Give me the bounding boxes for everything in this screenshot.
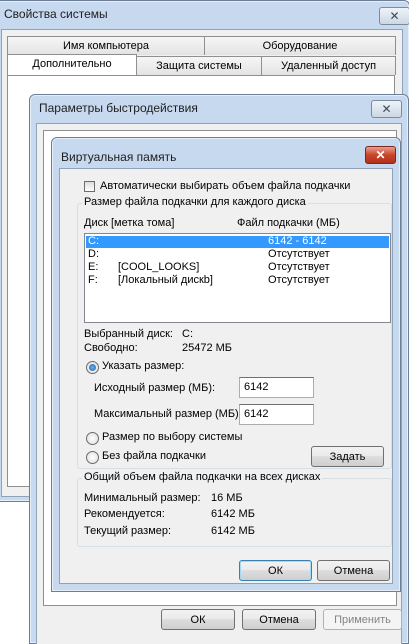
- virtual-memory-window: Виртуальная память ✕ Автоматически выбир…: [51, 137, 401, 592]
- drive-row-d[interactable]: D: Отсутствует: [86, 248, 389, 261]
- performance-options-close-button[interactable]: ✕: [371, 100, 402, 118]
- virtual-memory-client: Автоматически выбирать объем файла подка…: [59, 168, 393, 584]
- vm-cancel-button[interactable]: Отмена: [317, 560, 390, 581]
- free-space-label: Свободно:: [84, 342, 138, 354]
- system-properties-close-button[interactable]: ✕: [379, 7, 409, 25]
- recommended-value: 6142 МБ: [211, 508, 255, 520]
- drive-pagefile: Отсутствует: [268, 248, 330, 260]
- custom-size-radio[interactable]: [86, 361, 99, 374]
- drive-letter: E:: [88, 261, 99, 273]
- drive-letter: C:: [88, 235, 99, 247]
- recommended-label: Рекомендуется:: [84, 508, 165, 520]
- auto-pagefile-label: Автоматически выбирать объем файла подка…: [100, 180, 351, 192]
- tab-advanced[interactable]: Дополнительно: [7, 54, 137, 75]
- system-managed-label: Размер по выбору системы: [102, 431, 243, 443]
- drives-list[interactable]: C: 6142 - 6142 D: Отсутствует E: [COOL_L…: [84, 233, 391, 323]
- auto-pagefile-checkbox[interactable]: [84, 181, 95, 192]
- close-icon: ✕: [375, 148, 386, 162]
- selected-disk-label: Выбранный диск:: [84, 328, 173, 340]
- drive-row-f[interactable]: F: [Локальный дискb] Отсутствует: [86, 274, 389, 287]
- custom-size-label: Указать размер:: [102, 360, 185, 372]
- performance-options-title: Параметры быстродействия: [39, 101, 198, 115]
- drive-letter: F:: [88, 274, 98, 286]
- virtual-memory-close-button[interactable]: ✕: [365, 146, 396, 164]
- vm-ok-button[interactable]: ОК: [239, 560, 312, 581]
- initial-size-label: Исходный размер (МБ):: [94, 382, 216, 394]
- performance-ok-button[interactable]: ОК: [161, 609, 235, 630]
- close-icon: ✕: [381, 102, 392, 116]
- tab-system-protection[interactable]: Защита системы: [136, 56, 262, 75]
- tab-remote[interactable]: Удаленный доступ: [261, 56, 396, 75]
- current-size-label: Текущий размер:: [84, 525, 172, 537]
- selected-disk-value: C:: [182, 328, 193, 340]
- column-disk-header: Диск [метка тома]: [84, 217, 175, 229]
- min-size-value: 16 МБ: [211, 492, 243, 504]
- no-pagefile-radio[interactable]: [86, 451, 99, 464]
- performance-cancel-button[interactable]: Отмена: [242, 609, 316, 630]
- per-disk-group-title: Размер файла подкачки для каждого диска: [82, 196, 308, 208]
- performance-apply-button[interactable]: Применить: [323, 609, 402, 630]
- tab-computer-name[interactable]: Имя компьютера: [7, 36, 205, 55]
- drive-letter: D:: [88, 248, 99, 260]
- drive-pagefile: Отсутствует: [268, 261, 330, 273]
- virtual-memory-title: Виртуальная память: [61, 150, 177, 164]
- free-space-value: 25472 МБ: [182, 342, 233, 354]
- max-size-label: Максимальный размер (МБ):: [94, 408, 242, 420]
- initial-size-value: 6142: [244, 381, 269, 393]
- drive-label: [COOL_LOOKS]: [118, 261, 200, 273]
- min-size-label: Минимальный размер:: [84, 492, 201, 504]
- drive-label: [Локальный дискb]: [118, 274, 213, 286]
- totals-group-title: Общий объем файла подкачки на всех диска…: [82, 471, 323, 483]
- no-pagefile-label: Без файла подкачки: [102, 450, 206, 462]
- initial-size-input[interactable]: 6142: [239, 377, 314, 398]
- max-size-value: 6142: [244, 408, 269, 420]
- current-size-value: 6142 МБ: [211, 525, 255, 537]
- system-properties-title: Свойства системы: [4, 7, 108, 21]
- close-icon: ✕: [389, 9, 400, 23]
- drive-pagefile: Отсутствует: [268, 274, 330, 286]
- drive-row-e[interactable]: E: [COOL_LOOKS] Отсутствует: [86, 261, 389, 274]
- column-pagefile-header: Файл подкачки (МБ): [237, 217, 340, 229]
- drive-row-c[interactable]: C: 6142 - 6142: [86, 235, 389, 248]
- system-managed-radio[interactable]: [86, 432, 99, 445]
- drive-pagefile: 6142 - 6142: [268, 235, 327, 247]
- set-button[interactable]: Задать: [311, 446, 384, 467]
- tab-hardware[interactable]: Оборудование: [204, 36, 396, 55]
- max-size-input[interactable]: 6142: [239, 404, 314, 425]
